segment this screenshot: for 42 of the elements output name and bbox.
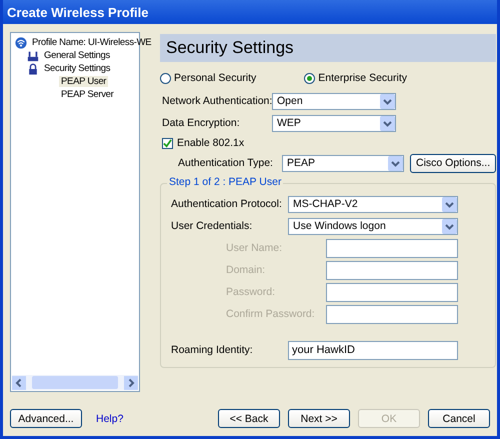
field-label: Domain:	[225, 264, 266, 276]
tree-item[interactable]: Security Settings	[42, 63, 112, 74]
field-label: User Credentials:	[170, 220, 254, 232]
field-label: Authentication Protocol:	[170, 198, 283, 210]
dialog-button[interactable]: Cancel	[428, 409, 490, 428]
dialog-button[interactable]: << Back	[218, 409, 280, 428]
tree-item[interactable]: Profile Name: UI-Wireless-WE	[30, 37, 154, 48]
radio-button[interactable]	[160, 72, 171, 84]
dialog-button[interactable]: Advanced...	[10, 409, 82, 428]
dropdown[interactable]: Use Windows logon	[288, 218, 458, 234]
scroll-right-icon[interactable]	[124, 376, 138, 390]
field-label: Roaming Identity:	[170, 344, 254, 356]
field-label: Password:	[225, 286, 276, 298]
field-label: Network Authentication:	[161, 95, 272, 107]
network-icon	[27, 50, 39, 62]
lock-icon	[27, 62, 39, 74]
radio-button[interactable]	[304, 72, 316, 84]
section-title: Security Settings	[166, 38, 294, 58]
dialog-button[interactable]: Next >>	[288, 409, 350, 428]
tree-item[interactable]: PEAP Server	[59, 89, 116, 100]
field-label: Authentication Type:	[177, 157, 274, 169]
help-link[interactable]: Help?	[90, 412, 130, 424]
tree-item[interactable]: General Settings	[42, 50, 112, 61]
dropdown[interactable]: PEAP	[282, 154, 404, 172]
window-title: Create Wireless Profile	[7, 4, 149, 20]
checkbox-label: Enable 802.1x	[177, 137, 244, 149]
input-field[interactable]: your HawkID	[288, 340, 458, 360]
dropdown[interactable]: Open	[272, 92, 396, 110]
radio-label: Personal Security	[174, 72, 256, 84]
dropdown[interactable]: WEP	[272, 114, 396, 132]
field-label: User Name:	[225, 242, 284, 254]
dropdown[interactable]: MS-CHAP-V2	[288, 196, 458, 212]
scroll-left-icon[interactable]	[12, 376, 26, 390]
checkbox[interactable]	[162, 138, 173, 148]
radio-label: Enterprise Security	[318, 72, 407, 84]
group-title: Step 1 of 2 : PEAP User	[167, 176, 284, 188]
globe-icon	[15, 36, 27, 48]
tree-item[interactable]: PEAP User	[59, 76, 108, 87]
horizontal-scrollbar[interactable]	[12, 375, 138, 390]
field-label: Data Encryption:	[161, 117, 241, 129]
field-label: Confirm Password:	[225, 308, 316, 320]
cisco-options-button[interactable]: Cisco Options...	[410, 154, 496, 172]
